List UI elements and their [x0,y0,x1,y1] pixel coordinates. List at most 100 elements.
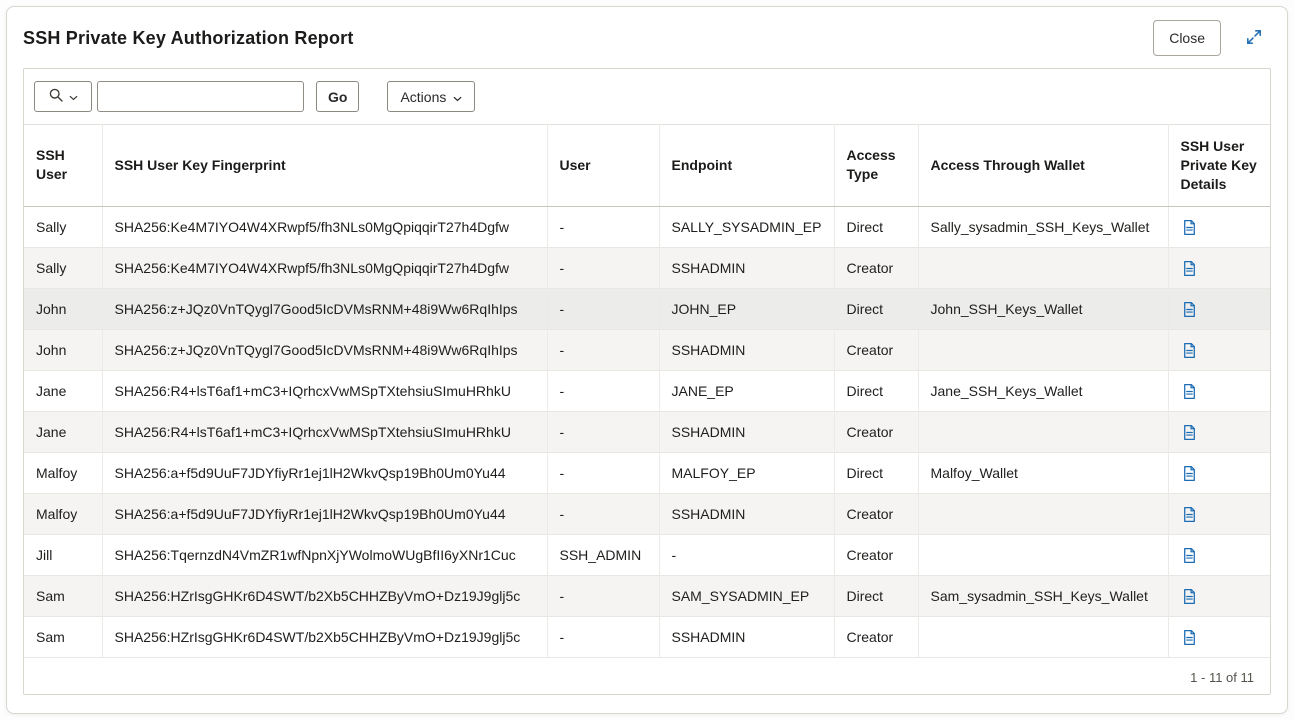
cell-ssh-user: John [24,329,102,370]
cell-user: - [547,452,659,493]
cell-ssh-user: Jane [24,411,102,452]
actions-button[interactable]: Actions [387,81,475,112]
cell-wallet [918,534,1168,575]
actions-button-label: Actions [400,90,446,104]
table-row: SamSHA256:HZrIsgGHKr6D4SWT/b2Xb5CHHZByVm… [24,616,1270,657]
table-row: SallySHA256:Ke4M7IYO4W4XRwpf5/fh3NLs0MgQ… [24,247,1270,288]
cell-endpoint: SSHADMIN [659,616,834,657]
cell-access-type: Creator [834,534,918,575]
search-icon [48,87,64,106]
cell-fingerprint: SHA256:HZrIsgGHKr6D4SWT/b2Xb5CHHZByVmO+D… [102,616,547,657]
cell-fingerprint: SHA256:HZrIsgGHKr6D4SWT/b2Xb5CHHZByVmO+D… [102,575,547,616]
column-header-key-details[interactable]: SSH User Private Key Details [1168,125,1270,207]
cell-endpoint: - [659,534,834,575]
table-row: MalfoySHA256:a+f5d9UuF7JDYfiyRr1ej1lH2Wk… [24,452,1270,493]
ssh-report-dialog: SSH Private Key Authorization Report Clo… [6,6,1288,714]
cell-wallet [918,493,1168,534]
cell-access-type: Creator [834,247,918,288]
search-input[interactable] [97,81,304,112]
cell-wallet: Jane_SSH_Keys_Wallet [918,370,1168,411]
search-options-button[interactable] [34,81,92,112]
column-header-user[interactable]: User [547,125,659,207]
private-key-details-document-icon[interactable] [1181,301,1198,318]
cell-endpoint: SSHADMIN [659,247,834,288]
cell-wallet [918,329,1168,370]
cell-access-type: Direct [834,370,918,411]
dialog-header: SSH Private Key Authorization Report Clo… [7,7,1287,68]
cell-private-key-details [1168,411,1270,452]
maximize-button[interactable] [1243,26,1265,51]
cell-fingerprint: SHA256:Ke4M7IYO4W4XRwpf5/fh3NLs0MgQpiqqi… [102,206,547,247]
cell-endpoint: SSHADMIN [659,411,834,452]
cell-user: - [547,575,659,616]
cell-fingerprint: SHA256:z+JQz0VnTQygl7Good5IcDVMsRNM+48i9… [102,288,547,329]
table-row: JohnSHA256:z+JQz0VnTQygl7Good5IcDVMsRNM+… [24,288,1270,329]
cell-endpoint: SALLY_SYSADMIN_EP [659,206,834,247]
cell-user: - [547,288,659,329]
cell-user: - [547,329,659,370]
table-row: JohnSHA256:z+JQz0VnTQygl7Good5IcDVMsRNM+… [24,329,1270,370]
column-header-endpoint[interactable]: Endpoint [659,125,834,207]
private-key-details-document-icon[interactable] [1181,588,1198,605]
private-key-details-document-icon[interactable] [1181,465,1198,482]
cell-private-key-details [1168,206,1270,247]
private-key-details-document-icon[interactable] [1181,506,1198,523]
table-row: JaneSHA256:R4+lsT6af1+mC3+IQrhcxVwMSpTXt… [24,370,1270,411]
cell-ssh-user: Sam [24,575,102,616]
cell-access-type: Direct [834,288,918,329]
cell-ssh-user: John [24,288,102,329]
table-row: SallySHA256:Ke4M7IYO4W4XRwpf5/fh3NLs0MgQ… [24,206,1270,247]
cell-ssh-user: Jill [24,534,102,575]
cell-user: - [547,411,659,452]
cell-user: SSH_ADMIN [547,534,659,575]
cell-wallet: Sam_sysadmin_SSH_Keys_Wallet [918,575,1168,616]
private-key-details-document-icon[interactable] [1181,547,1198,564]
cell-wallet: Sally_sysadmin_SSH_Keys_Wallet [918,206,1168,247]
table-row: MalfoySHA256:a+f5d9UuF7JDYfiyRr1ej1lH2Wk… [24,493,1270,534]
private-key-details-document-icon[interactable] [1181,219,1198,236]
cell-private-key-details [1168,288,1270,329]
cell-user: - [547,206,659,247]
cell-private-key-details [1168,493,1270,534]
private-key-details-document-icon[interactable] [1181,260,1198,277]
cell-user: - [547,616,659,657]
column-header-ssh-user[interactable]: SSH User [24,125,102,207]
cell-wallet [918,411,1168,452]
cell-endpoint: SSHADMIN [659,493,834,534]
cell-endpoint: SAM_SYSADMIN_EP [659,575,834,616]
cell-access-type: Creator [834,329,918,370]
column-header-access-type[interactable]: Access Type [834,125,918,207]
cell-wallet [918,247,1168,288]
cell-endpoint: MALFOY_EP [659,452,834,493]
column-header-fingerprint[interactable]: SSH User Key Fingerprint [102,125,547,207]
header-actions: Close [1153,20,1265,56]
private-key-details-document-icon[interactable] [1181,342,1198,359]
go-button[interactable]: Go [316,81,359,112]
cell-wallet [918,616,1168,657]
cell-access-type: Creator [834,411,918,452]
column-header-wallet[interactable]: Access Through Wallet [918,125,1168,207]
cell-ssh-user: Sally [24,247,102,288]
cell-access-type: Direct [834,206,918,247]
private-key-details-document-icon[interactable] [1181,383,1198,400]
pagination: 1 - 11 of 11 [24,658,1270,695]
cell-private-key-details [1168,616,1270,657]
private-key-details-document-icon[interactable] [1181,629,1198,646]
report-table-header: SSH User SSH User Key Fingerprint User E… [24,125,1270,207]
cell-ssh-user: Jane [24,370,102,411]
cell-fingerprint: SHA256:Ke4M7IYO4W4XRwpf5/fh3NLs0MgQpiqqi… [102,247,547,288]
close-button[interactable]: Close [1153,20,1221,56]
report-table: SSH User SSH User Key Fingerprint User E… [24,124,1270,658]
cell-fingerprint: SHA256:z+JQz0VnTQygl7Good5IcDVMsRNM+48i9… [102,329,547,370]
report-toolbar: Go Actions [24,69,1270,124]
cell-ssh-user: Malfoy [24,452,102,493]
cell-user: - [547,370,659,411]
cell-user: - [547,247,659,288]
cell-ssh-user: Sam [24,616,102,657]
cell-private-key-details [1168,534,1270,575]
cell-private-key-details [1168,575,1270,616]
cell-user: - [547,493,659,534]
private-key-details-document-icon[interactable] [1181,424,1198,441]
page-title: SSH Private Key Authorization Report [23,28,354,49]
cell-endpoint: JOHN_EP [659,288,834,329]
